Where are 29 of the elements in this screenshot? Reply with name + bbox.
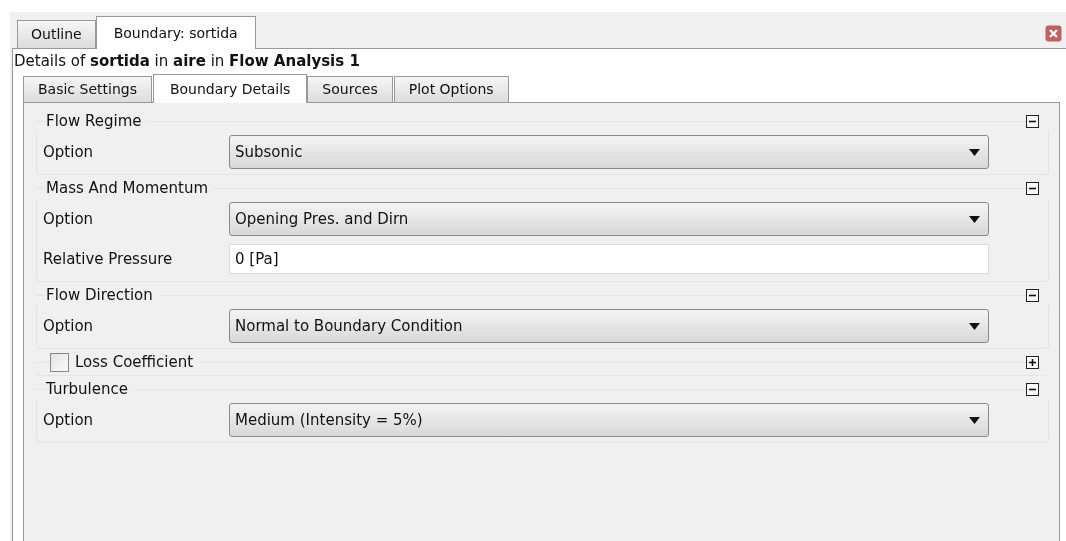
checkbox[interactable] [50,352,69,372]
close-icon[interactable] [1045,25,1062,42]
field-label: Relative Pressure [43,248,174,270]
caret-icon [969,215,980,223]
caret-icon [969,416,980,424]
details-text: Details of sortida in aire in Flow Analysis 1 [13,51,361,72]
field-label: Option [43,409,95,431]
collapse-icon[interactable] [1026,288,1039,302]
pressure-input[interactable]: 0 [Pa] [229,244,989,274]
caret-icon [969,322,980,330]
option-dropdown[interactable]: Normal to Boundary Condition [229,309,989,343]
option-dropdown[interactable]: Subsonic [229,135,989,169]
collapse-icon[interactable] [1026,114,1039,128]
section-title: Loss Coefficient [75,351,194,373]
collapse-icon[interactable] [1026,181,1039,195]
option-dropdown[interactable]: Medium (Intensity = 5%) [229,403,989,437]
expand-icon[interactable] [1026,355,1039,369]
field-label: Option [43,315,95,337]
caret-icon [969,148,980,156]
panel-tab[interactable]: Boundary: sortida [95,16,256,49]
settings-tab[interactable]: Basic Settings [23,76,152,102]
panel-tab[interactable]: Outline [17,20,96,48]
option-dropdown[interactable]: Opening Pres. and Dirn [229,202,989,236]
field-label: Option [43,141,95,163]
settings-tab[interactable]: Boundary Details [152,74,308,103]
settings-tab[interactable]: Plot Options [393,76,509,102]
collapse-icon[interactable] [1026,382,1039,396]
field-label: Option [43,208,95,230]
settings-tab[interactable]: Sources [307,76,393,102]
